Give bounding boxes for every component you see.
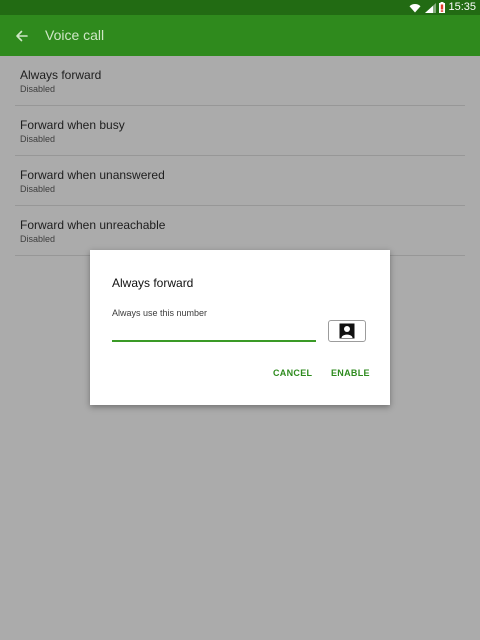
forward-number-input[interactable] (112, 324, 316, 342)
status-clock: 15:35 (448, 1, 476, 13)
setting-item-forward-when-busy[interactable]: Forward when busy Disabled (15, 106, 465, 156)
contacts-button[interactable] (328, 320, 366, 342)
setting-status: Disabled (20, 184, 56, 194)
dialog-title: Always forward (112, 276, 194, 290)
arrow-left-icon[interactable] (12, 26, 32, 46)
always-forward-dialog: Always forward Always use this number CA… (90, 250, 390, 405)
settings-list: Always forward Disabled Forward when bus… (0, 56, 480, 256)
setting-item-forward-when-unreachable[interactable]: Forward when unreachable Disabled (15, 206, 465, 256)
setting-status: Disabled (20, 234, 56, 244)
setting-item-forward-when-unanswered[interactable]: Forward when unanswered Disabled (15, 156, 465, 206)
status-bar: 15:35 (0, 0, 480, 15)
enable-button[interactable]: ENABLE (331, 368, 370, 378)
setting-status: Disabled (20, 134, 56, 144)
setting-title: Forward when unreachable (20, 218, 166, 232)
app-bar: Voice call (0, 15, 480, 56)
signal-icon (425, 2, 437, 13)
page-title: Voice call (45, 27, 105, 43)
setting-title: Forward when busy (20, 118, 125, 132)
setting-title: Always forward (20, 68, 102, 82)
cancel-button[interactable]: CANCEL (273, 368, 312, 378)
setting-title: Forward when unanswered (20, 168, 165, 182)
wifi-icon (409, 3, 421, 13)
number-field-label: Always use this number (112, 308, 208, 318)
status-icons: 15:35 (409, 0, 476, 15)
setting-status: Disabled (20, 84, 56, 94)
battery-alert-icon (439, 2, 446, 13)
setting-item-always-forward[interactable]: Always forward Disabled (15, 56, 465, 106)
